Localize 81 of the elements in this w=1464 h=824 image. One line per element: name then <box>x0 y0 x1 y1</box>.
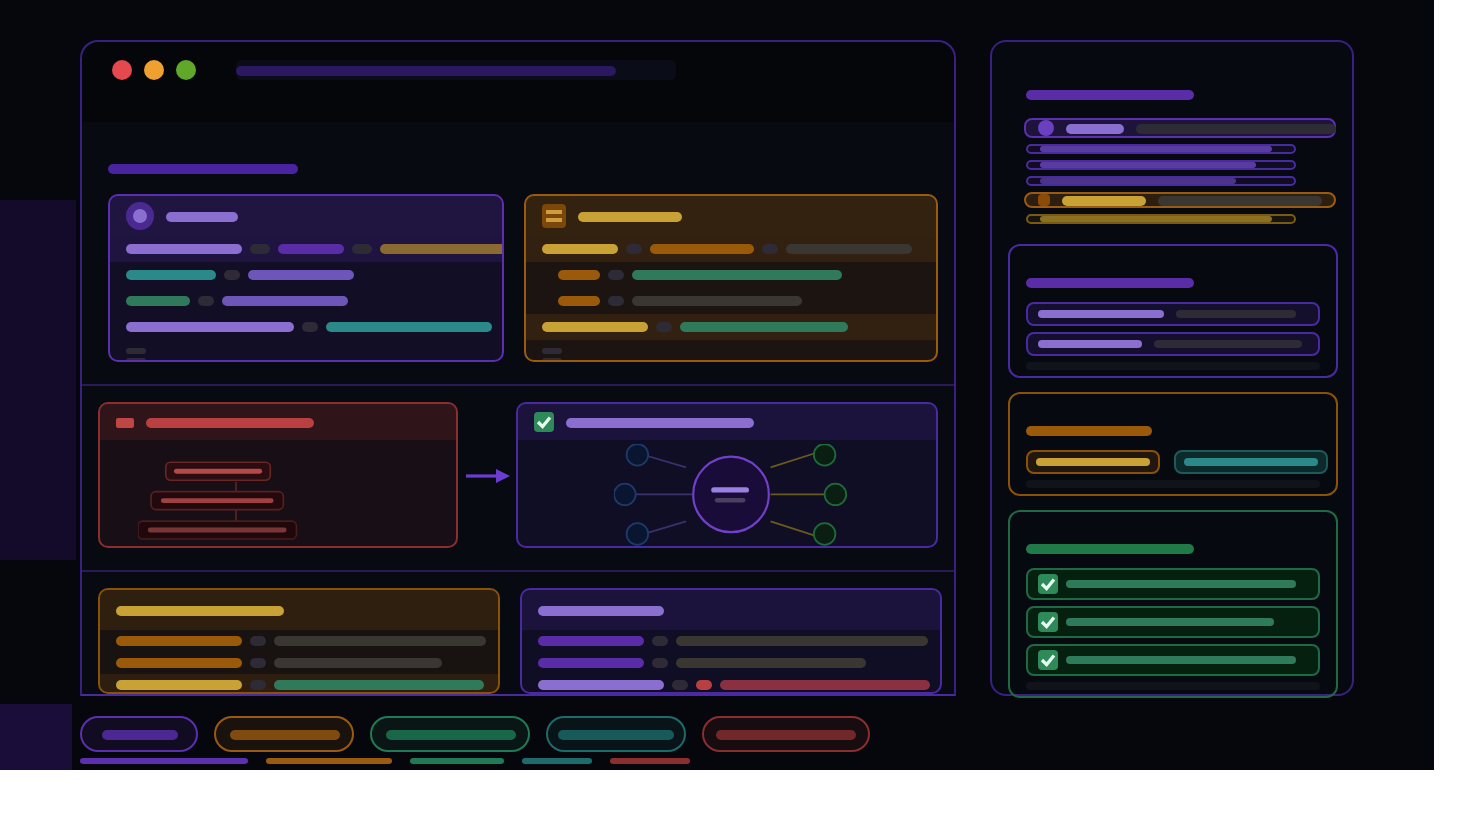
placeholder-bar <box>126 296 190 306</box>
placeholder-bar <box>538 680 664 690</box>
filter-chip[interactable] <box>546 716 686 752</box>
filter-chip[interactable] <box>370 716 530 752</box>
placeholder-bar <box>1066 123 1124 133</box>
placeholder-bar <box>352 244 372 254</box>
placeholder-bar <box>266 758 392 764</box>
placeholder-bar <box>696 680 712 690</box>
list-row[interactable] <box>1026 302 1320 326</box>
checklist-row[interactable] <box>1026 606 1320 638</box>
sidebar-item[interactable] <box>1024 192 1336 208</box>
placeholder-bar <box>538 636 644 646</box>
placeholder-bar <box>558 729 674 739</box>
background-shape <box>0 704 72 770</box>
window-control-button[interactable] <box>112 60 132 80</box>
avatar-icon <box>1038 120 1054 136</box>
folder-icon <box>542 204 566 228</box>
placeholder-bar <box>650 244 754 254</box>
checklist-row[interactable] <box>1026 568 1320 600</box>
placeholder-bar <box>250 244 270 254</box>
placeholder-bar <box>786 244 912 254</box>
placeholder-bar <box>656 322 672 332</box>
placeholder-bar <box>626 244 642 254</box>
placeholder-bar <box>1026 426 1152 436</box>
placeholder-bar <box>278 244 344 254</box>
placeholder-bar <box>116 658 242 668</box>
sidebar-item[interactable] <box>1026 214 1296 224</box>
window-control-button[interactable] <box>176 60 196 80</box>
placeholder-bar <box>1038 340 1142 348</box>
placeholder-bar <box>1036 458 1150 466</box>
placeholder-bar <box>198 296 214 306</box>
placeholder-bar <box>380 244 502 254</box>
placeholder-bar <box>1038 310 1164 318</box>
placeholder-bar <box>558 296 600 306</box>
placeholder-bar <box>1184 458 1318 466</box>
placeholder-bar <box>250 680 266 690</box>
placeholder-bar <box>229 729 339 739</box>
placeholder-bar <box>538 605 664 615</box>
placeholder-bar <box>166 211 238 221</box>
action-button[interactable] <box>1174 450 1328 474</box>
placeholder-bar <box>302 322 318 332</box>
placeholder-bar <box>126 270 216 280</box>
placeholder-bar <box>762 244 778 254</box>
placeholder-bar <box>222 296 348 306</box>
placeholder-bar <box>558 270 600 280</box>
placeholder-bar <box>652 636 668 646</box>
placeholder-bar <box>610 758 690 764</box>
placeholder-bar <box>542 322 648 332</box>
placeholder-bar <box>116 636 242 646</box>
placeholder-bar <box>542 348 562 354</box>
placeholder-bar <box>410 758 504 764</box>
placeholder-bar <box>716 729 856 739</box>
placeholder-bar <box>522 758 592 764</box>
folder-icon <box>1038 194 1050 206</box>
placeholder-bar <box>126 244 242 254</box>
placeholder-bar <box>248 270 354 280</box>
placeholder-bar <box>250 636 266 646</box>
placeholder-bar <box>608 296 624 306</box>
placeholder-bar <box>116 680 242 690</box>
placeholder-bar <box>538 658 644 668</box>
checklist-row[interactable] <box>1026 644 1320 676</box>
placeholder-bar <box>250 658 266 668</box>
placeholder-bar <box>542 244 618 254</box>
window-control-button[interactable] <box>144 60 164 80</box>
placeholder-bar <box>1062 195 1146 205</box>
list-row[interactable] <box>1026 332 1320 356</box>
filter-chip[interactable] <box>80 716 198 752</box>
placeholder-bar <box>385 729 515 739</box>
sidebar-item[interactable] <box>1024 118 1336 138</box>
tag-icon <box>116 417 134 427</box>
placeholder-bar <box>608 270 624 280</box>
placeholder-bar <box>652 658 668 668</box>
filter-chip[interactable] <box>702 716 870 752</box>
placeholder-bar <box>578 211 682 221</box>
avatar-icon <box>126 202 154 230</box>
placeholder-bar <box>101 729 177 739</box>
action-button[interactable] <box>1026 450 1160 474</box>
placeholder-bar <box>672 680 688 690</box>
arrow-icon <box>465 467 509 483</box>
filter-chip[interactable] <box>214 716 354 752</box>
placeholder-bar <box>224 270 240 280</box>
